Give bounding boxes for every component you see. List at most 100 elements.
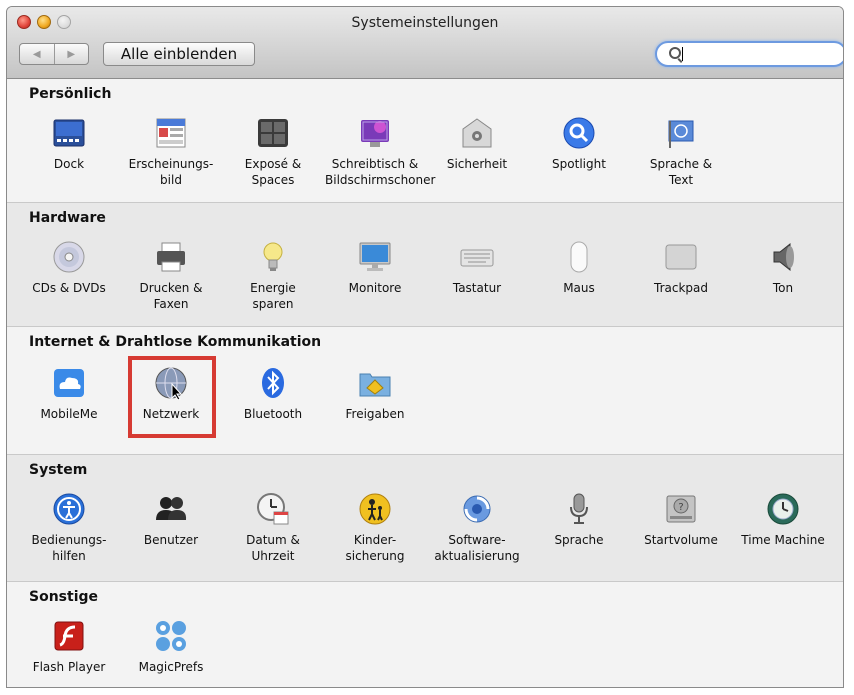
pref-label: CDs & DVDs bbox=[32, 281, 106, 295]
accessibility-icon bbox=[52, 492, 86, 526]
timemachine-icon bbox=[766, 492, 800, 526]
pref-label: MobileMe bbox=[40, 407, 98, 421]
pref-mouse[interactable]: Maus bbox=[529, 237, 629, 333]
flash-icon bbox=[52, 619, 86, 653]
pref-accounts[interactable]: Benutzer bbox=[121, 489, 221, 585]
language-icon bbox=[664, 116, 698, 150]
pref-security[interactable]: Sicherheit bbox=[427, 113, 527, 209]
window-title: Systemeinstellungen bbox=[351, 15, 499, 31]
pref-displays[interactable]: Monitore bbox=[325, 237, 425, 333]
pref-flash-player[interactable]: Flash Player bbox=[19, 616, 119, 687]
pref-mobileme[interactable]: MobileMe bbox=[19, 363, 119, 459]
search-input[interactable] bbox=[655, 41, 843, 67]
trackpad-icon bbox=[664, 240, 698, 274]
spotlight-icon bbox=[562, 116, 596, 150]
mouse-icon bbox=[562, 240, 596, 274]
pref-software-update[interactable]: Software- aktualisierung bbox=[427, 489, 527, 585]
pref-label: Sprache & Text bbox=[649, 157, 713, 187]
pref-label: Ton bbox=[772, 281, 794, 295]
pref-dock[interactable]: Dock bbox=[19, 113, 119, 209]
pref-label: Benutzer bbox=[143, 533, 199, 547]
section-title: System bbox=[29, 462, 88, 478]
pref-label: Datum & Uhrzeit bbox=[246, 533, 300, 563]
back-button[interactable]: ◀ bbox=[20, 44, 54, 64]
section-title: Persönlich bbox=[29, 86, 112, 102]
pref-magicprefs[interactable]: MagicPrefs bbox=[121, 616, 221, 687]
pref-sharing[interactable]: Freigaben bbox=[325, 363, 425, 459]
cloud-icon bbox=[52, 366, 86, 400]
pref-appearance[interactable]: Erscheinungs- bild bbox=[121, 113, 221, 209]
pref-cds-dvds[interactable]: CDs & DVDs bbox=[19, 237, 119, 333]
pref-time-machine[interactable]: Time Machine bbox=[733, 489, 833, 585]
pref-label: Erscheinungs- bild bbox=[128, 157, 214, 187]
pref-label: Tastatur bbox=[452, 281, 502, 295]
pref-label: Spotlight bbox=[552, 157, 606, 171]
pref-bluetooth[interactable]: Bluetooth bbox=[223, 363, 323, 459]
pref-accessibility[interactable]: Bedienungs- hilfen bbox=[19, 489, 119, 585]
monitor-icon bbox=[358, 240, 392, 274]
section-system: System Bedienungs- hilfen Benutzer Datum… bbox=[7, 455, 843, 582]
pref-label: Exposé & Spaces bbox=[244, 157, 302, 187]
pref-label: MagicPrefs bbox=[138, 660, 204, 674]
pref-spotlight[interactable]: Spotlight bbox=[529, 113, 629, 209]
section-title: Sonstige bbox=[29, 589, 99, 605]
show-all-button[interactable]: Alle einblenden bbox=[103, 42, 255, 66]
magicprefs-icon bbox=[154, 619, 188, 653]
pref-parental[interactable]: Kinder- sicherung bbox=[325, 489, 425, 585]
microphone-icon bbox=[562, 492, 596, 526]
pref-label: Schreibtisch & Bildschirmschoner bbox=[325, 157, 436, 187]
desktop-icon bbox=[358, 116, 392, 150]
pref-startup-disk[interactable]: ? Startvolume bbox=[631, 489, 731, 585]
pref-date-time[interactable]: Datum & Uhrzeit bbox=[223, 489, 323, 585]
pref-expose[interactable]: Exposé & Spaces bbox=[223, 113, 323, 209]
text-caret bbox=[682, 47, 683, 61]
pref-label: Drucken & Faxen bbox=[139, 281, 203, 311]
appearance-icon bbox=[154, 116, 188, 150]
pref-printers[interactable]: Drucken & Faxen bbox=[121, 237, 221, 333]
bluetooth-icon bbox=[256, 366, 290, 400]
pref-speech[interactable]: Sprache bbox=[529, 489, 629, 585]
pref-desktop[interactable]: Schreibtisch & Bildschirmschoner bbox=[325, 113, 436, 209]
section-hardware: Hardware CDs & DVDs Drucken & Faxen Ener… bbox=[7, 203, 843, 327]
pref-label: Dock bbox=[53, 157, 85, 171]
pref-label: Sicherheit bbox=[446, 157, 508, 171]
history-nav: ◀ ▶ bbox=[19, 43, 89, 65]
pref-label: Time Machine bbox=[741, 533, 825, 547]
title-bar: Systemeinstellungen ◀ ▶ Alle einblenden bbox=[7, 7, 843, 79]
harddisk-icon: ? bbox=[664, 492, 698, 526]
dock-icon bbox=[52, 116, 86, 150]
pref-label: Software- aktualisierung bbox=[434, 533, 520, 563]
pref-keyboard[interactable]: Tastatur bbox=[427, 237, 527, 333]
section-title: Hardware bbox=[29, 210, 106, 226]
search-icon bbox=[669, 47, 681, 59]
security-icon bbox=[460, 116, 494, 150]
section-personal: Persönlich Dock Erscheinungs- bild Expos… bbox=[7, 79, 843, 203]
preferences-window: Systemeinstellungen ◀ ▶ Alle einblenden … bbox=[6, 6, 844, 688]
pref-label: Sprache bbox=[554, 533, 604, 547]
pref-trackpad[interactable]: Trackpad bbox=[631, 237, 731, 333]
pref-label: Bluetooth bbox=[243, 407, 303, 421]
pref-label: Startvolume bbox=[644, 533, 718, 547]
parental-icon bbox=[358, 492, 392, 526]
pref-label: Flash Player bbox=[32, 660, 106, 674]
pref-label: Maus bbox=[563, 281, 595, 295]
expose-icon bbox=[256, 116, 290, 150]
clock-icon bbox=[256, 492, 290, 526]
pref-label: Bedienungs- hilfen bbox=[31, 533, 107, 563]
svg-text:?: ? bbox=[678, 502, 683, 513]
bulb-icon bbox=[256, 240, 290, 274]
pref-label: Freigaben bbox=[345, 407, 405, 421]
forward-button[interactable]: ▶ bbox=[53, 44, 89, 64]
pref-label: Energie sparen bbox=[250, 281, 296, 311]
pref-energy[interactable]: Energie sparen bbox=[223, 237, 323, 333]
pref-label: Monitore bbox=[348, 281, 402, 295]
section-other: Sonstige Flash Player MagicPrefs bbox=[7, 582, 843, 687]
pref-sound[interactable]: Ton bbox=[733, 237, 833, 333]
speaker-icon bbox=[766, 240, 800, 274]
section-title: Internet & Drahtlose Kommunikation bbox=[29, 334, 322, 350]
pref-language[interactable]: Sprache & Text bbox=[631, 113, 731, 209]
pref-label: Kinder- sicherung bbox=[345, 533, 405, 563]
users-icon bbox=[154, 492, 188, 526]
pref-label: Trackpad bbox=[654, 281, 708, 295]
network-highlight-box bbox=[128, 356, 216, 438]
